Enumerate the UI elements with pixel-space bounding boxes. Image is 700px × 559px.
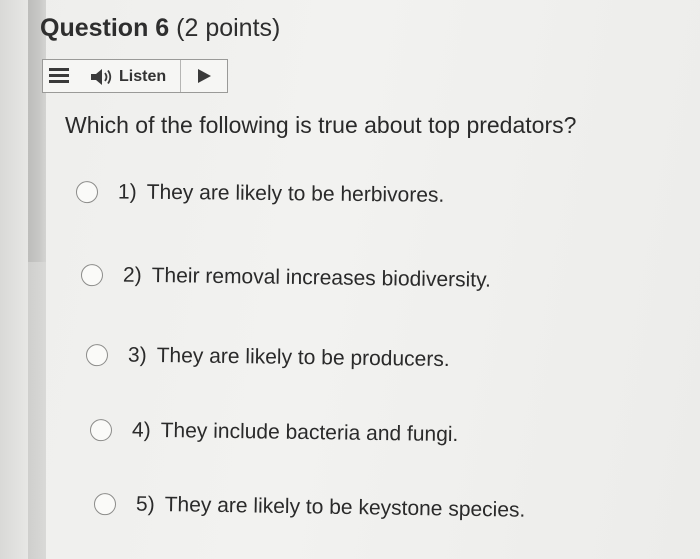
question-title: Question 6 (2 points)	[40, 14, 280, 43]
option-text: They are likely to be producers.	[156, 343, 450, 372]
option-number: 3)	[127, 343, 147, 367]
option-text: Their removal increases biodiversity.	[151, 263, 492, 292]
option-number: 5)	[135, 492, 155, 516]
speaker-icon	[91, 69, 112, 85]
menu-icon[interactable]	[49, 68, 69, 84]
radio-button[interactable]	[85, 344, 109, 367]
radio-button[interactable]	[89, 419, 113, 442]
radio-button[interactable]	[75, 181, 99, 204]
option-text: They are likely to be keystone species.	[164, 493, 526, 522]
left-margin	[0, 0, 28, 559]
option-text: They include bacteria and fungi.	[160, 418, 459, 447]
question-number: Question 6	[40, 14, 170, 42]
answer-option-5[interactable]: 5) They are likely to be keystone specie…	[93, 492, 526, 523]
answer-option-4[interactable]: 4) They include bacteria and fungi.	[89, 418, 459, 447]
question-text: Which of the following is true about top…	[65, 112, 577, 138]
option-number: 2)	[122, 263, 142, 287]
answer-option-2[interactable]: 2) Their removal increases biodiversity.	[80, 263, 492, 293]
answer-option-3[interactable]: 3) They are likely to be producers.	[85, 343, 450, 372]
quiz-page: Question 6 (2 points) Listen Which of th…	[0, 0, 700, 559]
option-number: 4)	[131, 418, 151, 442]
listen-toolbar: Listen	[42, 59, 228, 93]
option-number: 1)	[117, 180, 137, 204]
listen-label: Listen	[119, 68, 167, 85]
radio-button[interactable]	[80, 264, 104, 287]
toolbar-divider	[180, 60, 181, 92]
play-icon[interactable]	[198, 69, 211, 83]
question-points: (2 points)	[176, 14, 281, 42]
left-scroll-track	[28, 262, 46, 559]
radio-button[interactable]	[93, 493, 117, 516]
listen-button[interactable]: Listen	[89, 64, 166, 90]
answer-option-1[interactable]: 1) They are likely to be herbivores.	[75, 180, 445, 208]
option-text: They are likely to be herbivores.	[146, 180, 445, 207]
